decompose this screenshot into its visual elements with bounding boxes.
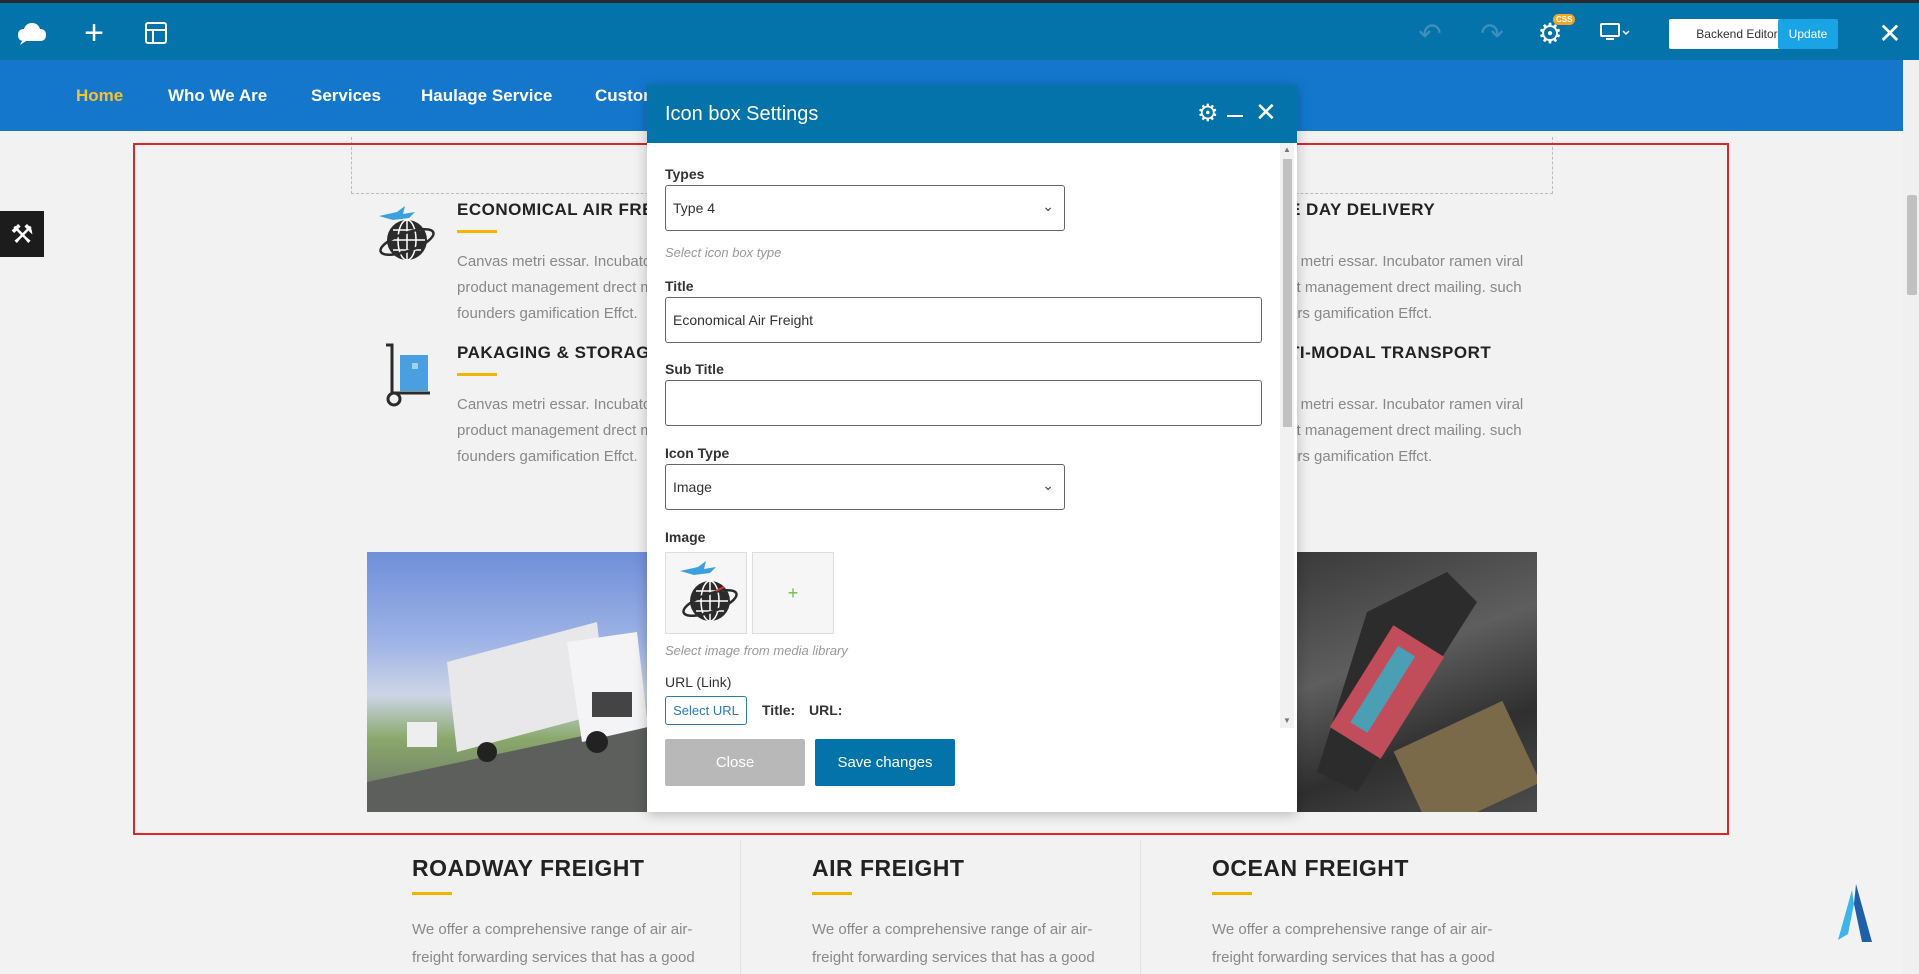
device-icon[interactable] [1590, 13, 1640, 53]
update-button[interactable]: Update [1778, 19, 1838, 49]
service-text-line: freight forwarding services that has a g… [812, 949, 1095, 966]
service-text-line: freight forwarding services that has a g… [412, 949, 695, 966]
feature-title: TI-MODAL TRANSPORT [1289, 343, 1492, 362]
brand-logo-icon [1834, 884, 1874, 947]
url-title-label: Title: [762, 702, 796, 718]
tools-icon[interactable]: ⚒ [0, 211, 44, 257]
title-underline [412, 892, 452, 895]
container-ship-photo [1297, 552, 1537, 812]
url-label: URL (Link) [665, 674, 732, 690]
truck-photo [367, 552, 648, 812]
layout-icon[interactable] [136, 13, 176, 53]
image-help: Select image from media library [665, 643, 848, 658]
feature-title: E DAY DELIVERY [1289, 200, 1436, 219]
feature-text-line: product management drect m [457, 422, 653, 439]
column-divider [1140, 840, 1141, 974]
types-help: Select icon box type [665, 245, 782, 260]
gear-icon[interactable]: ⚙ [1197, 99, 1219, 128]
close-icon[interactable]: ✕ [1870, 13, 1910, 53]
feature-text-line: product management drect m [457, 279, 653, 296]
feature-text: Canvas metri essar. Incubator product ma… [457, 249, 656, 327]
service-title: OCEAN FREIGHT [1212, 855, 1409, 881]
selected-image-thumbnail[interactable] [665, 552, 747, 634]
add-image-button[interactable]: + [752, 552, 834, 634]
feature-text-line: founders gamification Effct. [457, 305, 638, 322]
feature-text-line: ct management drect mailing. such [1289, 422, 1522, 439]
feature-text-line: ct management drect mailing. such [1289, 279, 1522, 296]
feature-text: s metri essar. Incubator ramen viral ct … [1289, 392, 1523, 470]
nav-item-who-we-are[interactable]: Who We Are [168, 86, 267, 106]
modal-title: Icon box Settings [665, 103, 819, 125]
scroll-up-icon[interactable]: ▲ [1283, 145, 1291, 154]
title-label: Title [665, 278, 694, 294]
save-changes-button[interactable]: Save changes [815, 739, 955, 786]
modal-scrollbar[interactable]: ▲ ▼ [1280, 143, 1294, 728]
minimize-icon[interactable] [1227, 115, 1243, 117]
title-underline [812, 892, 852, 895]
title-underline [1212, 892, 1252, 895]
icon-box-settings-modal: Icon box Settings ⚙ ✕ Types Type 4 ⌄ Sel… [647, 85, 1297, 812]
icon-type-label: Icon Type [665, 445, 730, 461]
scrollbar-thumb[interactable] [1907, 195, 1917, 295]
redo-icon[interactable]: ↷ [1472, 13, 1512, 53]
types-select[interactable]: Type 4 ⌄ [665, 185, 1065, 231]
types-label: Types [665, 166, 705, 182]
feature-text-line: founders gamification Effct. [457, 448, 638, 465]
feature-text-line: Canvas metri essar. Incubator [457, 253, 657, 270]
hand-truck-box-icon [380, 343, 436, 407]
feature-text-line: s metri essar. Incubator ramen viral [1289, 396, 1524, 413]
subtitle-label: Sub Title [665, 361, 724, 377]
add-element-icon[interactable]: + [74, 13, 114, 53]
image-label: Image [665, 529, 706, 545]
service-title: AIR FREIGHT [812, 855, 965, 881]
feature-text-line: ers gamification Effct. [1289, 305, 1433, 322]
service-text: We offer a comprehensive range of air ai… [812, 916, 1112, 972]
nav-item-haulage-service[interactable]: Haulage Service [421, 86, 552, 106]
service-text-line: freight forwarding services that has a g… [1212, 949, 1495, 966]
select-url-button[interactable]: Select URL [665, 696, 747, 725]
feature-text-line: ers gamification Effct. [1289, 448, 1433, 465]
builder-toolbar: + ↶ ↷ ⚙ CSS Backend Editor Update ✕ [0, 0, 1919, 60]
scroll-down-icon[interactable]: ▼ [1283, 716, 1291, 725]
chevron-down-icon: ⌄ [1042, 198, 1054, 214]
close-button[interactable]: Close [665, 739, 805, 786]
air-freight-globe-icon [375, 204, 435, 261]
types-select-value: Type 4 [673, 200, 716, 216]
service-text-line: We offer a comprehensive range of air ai… [412, 921, 693, 938]
icon-type-select-value: Image [673, 479, 712, 495]
feature-title: ECONOMICAL AIR FREIG [457, 200, 673, 219]
css-badge: CSS [1553, 14, 1576, 25]
feature-text-line: s metri essar. Incubator ramen viral [1289, 253, 1524, 270]
nav-item-services[interactable]: Services [311, 86, 381, 106]
logo-icon[interactable] [12, 13, 52, 53]
url-url-label: URL: [809, 702, 843, 718]
title-underline [457, 230, 497, 233]
column-divider [740, 840, 741, 974]
page-scrollbar[interactable] [1903, 60, 1919, 974]
feature-text: s metri essar. Incubator ramen viral ct … [1289, 249, 1523, 327]
service-text: We offer a comprehensive range of air ai… [412, 916, 712, 972]
undo-icon[interactable]: ↶ [1410, 13, 1450, 53]
feature-title: PAKAGING & STORAGE [457, 343, 662, 362]
feature-text-line: Canvas metri essar. Incubator [457, 396, 657, 413]
subtitle-field[interactable] [665, 380, 1262, 426]
nav-item-home[interactable]: Home [76, 86, 123, 106]
modal-footer: Close Save changes [647, 728, 1297, 812]
chevron-down-icon: ⌄ [1042, 477, 1054, 493]
title-underline [457, 373, 497, 376]
service-text: We offer a comprehensive range of air ai… [1212, 916, 1512, 972]
service-title: ROADWAY FREIGHT [412, 855, 645, 881]
service-text-line: We offer a comprehensive range of air ai… [1212, 921, 1493, 938]
close-icon[interactable]: ✕ [1255, 97, 1277, 128]
title-field[interactable]: Economical Air Freight [665, 297, 1262, 343]
service-text-line: We offer a comprehensive range of air ai… [812, 921, 1093, 938]
modal-scrollbar-thumb[interactable] [1283, 159, 1292, 427]
modal-body: Types Type 4 ⌄ Select icon box type Titl… [647, 143, 1297, 728]
icon-type-select[interactable]: Image ⌄ [665, 464, 1065, 510]
feature-text: Canvas metri essar. Incubator product ma… [457, 392, 656, 470]
modal-header[interactable]: Icon box Settings ⚙ ✕ [647, 85, 1297, 143]
